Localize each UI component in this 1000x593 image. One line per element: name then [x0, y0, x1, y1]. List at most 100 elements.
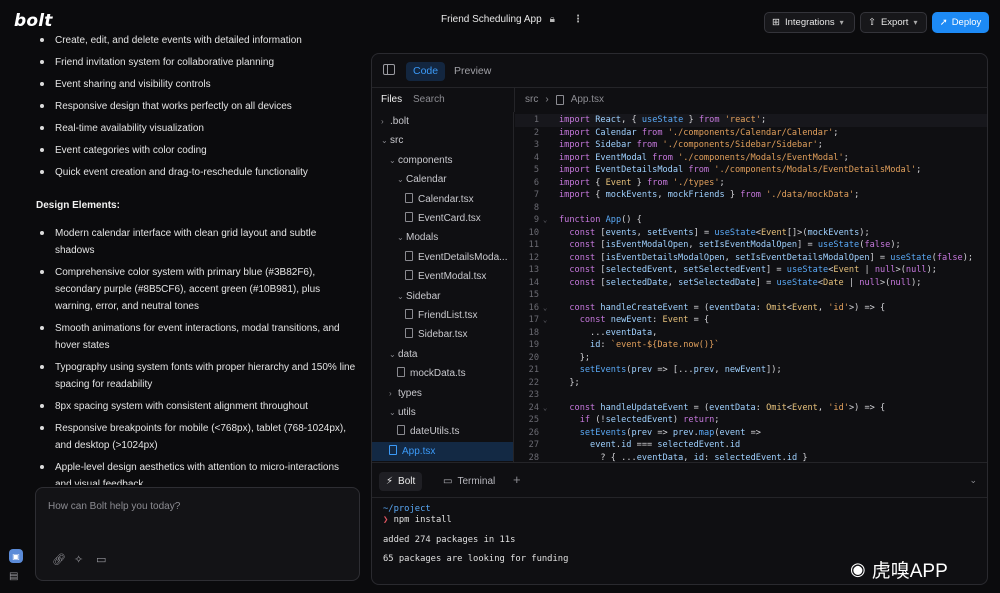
tab-files[interactable]: Files [381, 94, 402, 105]
tree-file[interactable]: mockData.ts [372, 364, 513, 383]
file-icon [405, 192, 413, 203]
tree-item-label: Sidebar.tsx [418, 329, 468, 341]
file-icon [555, 94, 564, 105]
tree-file[interactable]: FriendList.tsx [372, 306, 513, 325]
fold-chevron-icon[interactable]: ⌄ [543, 402, 547, 415]
code-text: }; [579, 352, 591, 363]
line-number: 20 [528, 352, 539, 363]
list-item: Modern calendar interface with clean gri… [0, 225, 370, 259]
watermark: ◉ 虎嗅APP [850, 556, 948, 583]
line-number: 3 [533, 140, 539, 150]
bolt-logo[interactable]: bolt [14, 11, 53, 31]
tree-file[interactable]: Sidebar.tsx [372, 325, 513, 344]
terminal-header: ⚡︎ Bolt ▭ Terminal + ⌄ [372, 462, 987, 498]
tree-folder[interactable]: ⌄ Sidebar [372, 287, 513, 306]
code-line: 3 import Sidebar from './components/Sideb… [515, 139, 987, 152]
tree-folder[interactable]: ⌄ utils [372, 403, 513, 422]
add-terminal-icon[interactable]: + [513, 472, 521, 487]
tree-folder[interactable]: ⌄ data [372, 345, 513, 364]
code-line: 28 ? { ...eventData, id: selectedEvent.i… [515, 452, 987, 463]
tree-item-label: Sidebar [406, 290, 441, 302]
tree-file[interactable]: EventModal.tsx [372, 267, 513, 286]
tree-folder[interactable]: ⌄ Modals [372, 228, 513, 247]
line-number: 26 [528, 427, 539, 438]
tree-item-label: App.tsx [402, 445, 436, 457]
tree-folder[interactable]: › .bolt [372, 112, 513, 131]
tree-folder[interactable]: ⌄ Calendar [372, 170, 513, 189]
export-icon: ⇧ [868, 17, 876, 28]
tree-file[interactable]: Calendar.tsx [372, 190, 513, 209]
export-button[interactable]: ⇧ Export ▾ [860, 12, 927, 33]
breadcrumb-file[interactable]: App.tsx [571, 94, 604, 105]
code-text: }; [569, 377, 580, 388]
lock-icon: 🔒︎ [549, 14, 555, 25]
rocket-icon: ➚ [939, 17, 948, 28]
code-line: 9 ⌄ function App() { [515, 214, 987, 227]
code-line: 21 setEvents(prev => [...prev, newEvent]… [515, 364, 987, 377]
tab-search[interactable]: Search [413, 94, 445, 105]
code-editor[interactable]: 1 import React, { useState } from 'react'… [515, 112, 987, 463]
link-icon[interactable]: 🔗︎ [52, 553, 66, 566]
fold-chevron-icon[interactable]: ⌄ [543, 314, 547, 327]
code-text: import EventDetailsModal from './compone… [559, 165, 922, 175]
file-icon [405, 309, 413, 319]
chat-message: Create, edit, and delete events with det… [0, 30, 370, 485]
tab-code[interactable]: Code [406, 62, 446, 81]
user-avatar-icon[interactable]: ▣ [9, 549, 23, 563]
chat-input[interactable]: How can Bolt help you today? 🔗︎ ✧ ▭ [35, 487, 360, 581]
more-vertical-icon[interactable]: ⋮ [573, 14, 583, 25]
divider [514, 88, 515, 112]
breadcrumb-folder[interactable]: src [525, 94, 538, 105]
code-line: 27 event.id === selectedEvent.id [515, 439, 987, 452]
list-item: Create, edit, and delete events with det… [0, 32, 370, 54]
code-line: 7 import { mockEvents, mockFriends } from… [515, 189, 987, 202]
tree-folder[interactable]: ⌄ src [372, 131, 513, 150]
list-item: Typography using system fonts with prope… [0, 359, 370, 393]
deploy-button[interactable]: ➚ Deploy [932, 12, 989, 33]
chevron-down-icon[interactable]: ⌄ [969, 475, 977, 486]
line-number: 13 [528, 265, 539, 275]
code-text: setEvents(prev => [...prev, newEvent]); [579, 365, 782, 375]
sidebar-toggle-icon[interactable]: ▤ [9, 571, 18, 582]
line-number: 11 [528, 240, 539, 250]
tree-item-label: EventModal.tsx [418, 271, 487, 283]
file-icon [397, 425, 405, 436]
tree-item-label: mockData.ts [410, 368, 466, 380]
line-number: 19 [528, 340, 539, 350]
code-text: const [isEventModalOpen, setIsEventModal… [569, 240, 901, 250]
list-item: Comprehensive color system with primary … [0, 264, 370, 315]
chevron-down-icon: ⌄ [389, 349, 396, 359]
integrations-button[interactable]: ⊞ Integrations ▾ [764, 12, 855, 33]
terminal-command-line: ❯ npm install [383, 515, 452, 525]
tree-item-label: EventCard.tsx [418, 213, 481, 224]
tree-file[interactable]: EventCard.tsx [372, 209, 513, 228]
code-text: const [isEventDetailsModalOpen, setIsEve… [569, 252, 974, 263]
code-line: 15 [515, 289, 987, 302]
code-line: 18 ...eventData, [515, 327, 987, 340]
code-line: 5 import EventDetailsModal from './compon… [515, 164, 987, 177]
fold-chevron-icon[interactable]: ⌄ [543, 302, 547, 315]
tree-item-label: FriendList.tsx [418, 310, 478, 321]
code-text: setEvents(prev => prev.map(event => [579, 427, 761, 438]
watermark-text: 虎嗅APP [871, 561, 948, 582]
code-text: import { mockEvents, mockFriends } from … [559, 190, 860, 200]
line-number: 14 [528, 277, 539, 288]
code-line: 8 [515, 202, 987, 215]
tab-bolt-terminal[interactable]: ⚡︎ Bolt [379, 472, 423, 491]
tab-preview[interactable]: Preview [447, 62, 498, 81]
tree-file[interactable]: App.tsx [372, 441, 513, 461]
line-number: 12 [528, 252, 539, 263]
deploy-label: Deploy [951, 17, 982, 28]
tree-folder[interactable]: ⌄ components [372, 151, 513, 170]
tree-file[interactable]: dateUtils.ts [372, 422, 513, 441]
panel-toggle-icon[interactable] [383, 64, 395, 75]
fold-chevron-icon[interactable]: ⌄ [543, 214, 547, 227]
tree-file[interactable]: EventDetailsModa... [372, 248, 513, 267]
sparkle-icon[interactable]: ✧ [74, 553, 83, 566]
tab-terminal[interactable]: ▭ Terminal [436, 472, 502, 491]
terminal-output-line: 65 packages are looking for funding [383, 554, 569, 564]
tree-folder[interactable]: › types [372, 384, 513, 403]
discuss-icon[interactable]: ▭ [96, 553, 106, 566]
list-item: Event sharing and visibility controls [0, 76, 370, 98]
project-title-group[interactable]: Friend Scheduling App 🔒︎ ⋮ [441, 14, 583, 25]
